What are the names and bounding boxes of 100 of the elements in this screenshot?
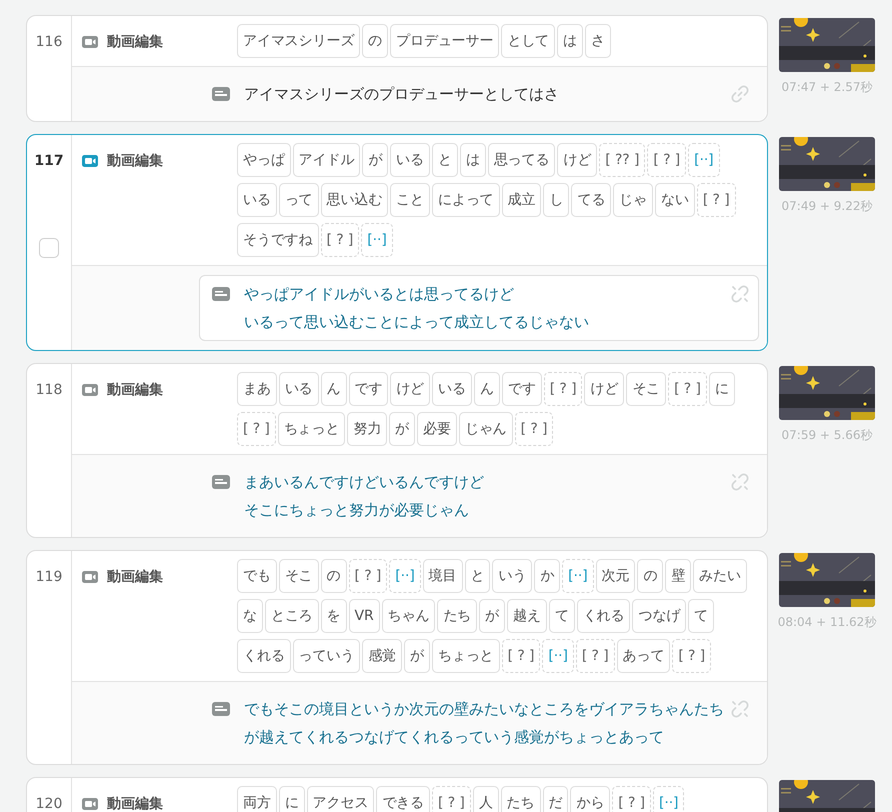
word-token[interactable]: 成立 [502, 183, 542, 217]
word-token[interactable]: と [464, 559, 490, 593]
word-token[interactable]: いる [278, 372, 319, 406]
word-token[interactable]: 人 [472, 786, 499, 812]
broken-link-icon[interactable] [730, 472, 750, 492]
word-token[interactable]: 越え [507, 599, 547, 633]
word-token[interactable]: ちょっと [432, 639, 500, 673]
word-token[interactable]: こと [390, 183, 430, 217]
word-token[interactable]: VR [348, 599, 380, 633]
word-token[interactable]: ん [320, 372, 347, 406]
word-token[interactable]: [ ? ] [576, 639, 615, 673]
word-token[interactable]: 両方 [237, 786, 277, 812]
word-token[interactable]: の [637, 559, 664, 593]
clip-card[interactable]: 117 動画編集 やっぱ アイドル が いる と は 思ってる けど [ ?? ] [ ? ] [··] いる って 思い込む こと によって 成立 し てる じゃ ない [ ? ] そうですね [ ? ] [··] やっぱアイドルがいるとは思ってるけど いるって思い込むことによって成立してるじゃない [26, 134, 768, 351]
word-token[interactable]: と [432, 143, 458, 177]
word-token[interactable]: 壁 [665, 559, 692, 593]
word-token[interactable]: 思い込む [320, 183, 388, 217]
word-token[interactable]: プロデューサー [390, 24, 500, 58]
word-token[interactable]: [ ? ] [668, 372, 707, 406]
word-token[interactable]: そこ [278, 559, 319, 593]
word-token[interactable]: けど [584, 372, 624, 406]
word-token[interactable]: [ ? ] [672, 639, 712, 673]
word-token[interactable]: ない [655, 183, 695, 217]
word-token[interactable]: [ ? ] [348, 559, 388, 593]
word-token[interactable]: じゃ [613, 183, 653, 217]
word-token[interactable]: が [362, 143, 388, 177]
word-token[interactable]: な [237, 599, 263, 633]
checkbox[interactable] [39, 238, 59, 258]
word-token[interactable]: アクセス [306, 786, 374, 812]
word-token[interactable]: によって [432, 183, 500, 217]
word-token[interactable]: できる [376, 786, 430, 812]
word-token[interactable]: つなげ [632, 599, 686, 633]
word-token[interactable]: が [404, 639, 430, 673]
word-token[interactable]: っていう [292, 639, 360, 673]
word-token[interactable]: そこ [626, 372, 666, 406]
word-token[interactable]: [ ? ] [237, 412, 276, 446]
word-token[interactable]: じゃん [458, 412, 513, 446]
word-token[interactable]: し [543, 183, 570, 217]
word-token[interactable]: 努力 [347, 412, 388, 446]
word-token[interactable]: に [278, 786, 305, 812]
word-token[interactable]: [ ? ] [544, 372, 582, 406]
word-token[interactable]: です [502, 372, 542, 406]
word-token[interactable]: まあ [237, 372, 277, 406]
word-token[interactable]: [ ? ] [612, 786, 651, 812]
word-token[interactable]: てる [571, 183, 612, 217]
word-token[interactable]: [ ? ] [432, 786, 471, 812]
word-token[interactable]: くれる [237, 639, 291, 673]
word-token[interactable]: いう [492, 559, 532, 593]
word-token[interactable]: ところ [264, 599, 319, 633]
word-token[interactable]: くれる [576, 599, 630, 633]
word-token[interactable]: さ [585, 24, 611, 58]
word-token[interactable]: [ ? ] [696, 183, 736, 217]
word-token[interactable]: の [320, 559, 347, 593]
clip-card[interactable]: 116 動画編集 アイマスシリーズ の プロデューサー として は さ アイマスシリーズのプロデューサーとしてはさ [26, 15, 768, 122]
broken-link-icon[interactable] [730, 284, 750, 304]
word-token[interactable]: けど [557, 143, 598, 177]
word-token[interactable]: て [688, 599, 714, 633]
word-token[interactable]: から [570, 786, 610, 812]
word-token[interactable]: アイマスシリーズ [237, 24, 360, 58]
clip-card[interactable]: 118 動画編集 まあ いる ん です けど いる ん です [ ? ] けど そこ [ ? ] に [ ? ] ちょっと 努力 が 必要 じゃん [ ? ] まあいるんですけどいるんですけど そこにちょっと努力が必要じゃん [26, 363, 768, 538]
word-token[interactable]: たち [437, 599, 478, 633]
word-token[interactable]: アイドル [292, 143, 360, 177]
word-token[interactable]: やっぱ [237, 143, 291, 177]
word-token[interactable]: そうですね [237, 223, 319, 257]
word-token[interactable]: [ ? ] [647, 143, 686, 177]
link-icon[interactable] [730, 84, 750, 104]
word-token[interactable]: たち [500, 786, 541, 812]
word-token[interactable]: が [389, 412, 416, 446]
word-token[interactable]: を [320, 599, 347, 633]
word-token[interactable]: 感覚 [362, 639, 402, 673]
word-token[interactable]: ん [474, 372, 500, 406]
word-token[interactable]: て [548, 599, 575, 633]
word-token[interactable]: です [348, 372, 388, 406]
word-token[interactable]: ちゃん [382, 599, 436, 633]
word-token[interactable]: 次元 [596, 559, 636, 593]
word-token[interactable]: いる [390, 143, 430, 177]
word-token[interactable]: か [534, 559, 560, 593]
word-token[interactable]: いる [237, 183, 277, 217]
word-token[interactable]: だ [542, 786, 568, 812]
broken-link-icon[interactable] [730, 699, 750, 719]
word-token[interactable]: でも [237, 559, 277, 593]
clip-card[interactable]: 119 動画編集 でも そこ の [ ? ] [··] 境目 と いう か [··] 次元 の 壁 みたい な ところ を VR ちゃん たち が 越え て くれる つなげ て くれる っていう 感覚 が ちょっと [ ? ] [··] [ ? ] あって [ ? ] でもそこの境目というか次元の壁みたいなところをヴイアラちゃんたち が越えてくれるつなげてくれるっていう感覚がちょっとあって [26, 550, 768, 765]
word-token[interactable]: として [501, 24, 556, 58]
word-token[interactable]: あって [616, 639, 670, 673]
word-token[interactable]: いる [432, 372, 472, 406]
word-token[interactable]: に [708, 372, 735, 406]
word-token[interactable]: 境目 [422, 559, 463, 593]
word-token[interactable]: [ ? ] [502, 639, 540, 673]
word-token[interactable]: 思ってる [488, 143, 556, 177]
word-token[interactable]: は [460, 143, 486, 177]
word-token[interactable]: ちょっと [278, 412, 346, 446]
subtitle-box[interactable]: やっぱアイドルがいるとは思ってるけど いるって思い込むことによって成立してるじゃない [199, 275, 759, 341]
word-token[interactable]: が [479, 599, 506, 633]
word-token[interactable]: [ ? ] [320, 223, 360, 257]
word-token[interactable]: みたい [693, 559, 747, 593]
word-token[interactable]: [ ? ] [514, 412, 554, 446]
word-token[interactable]: って [278, 183, 319, 217]
word-token[interactable]: の [362, 24, 388, 58]
clip-card[interactable]: 120 動画編集 両方 に アクセス できる [ ? ] 人 たち だ から [ ? ] [··] [26, 777, 768, 812]
word-token[interactable]: は [557, 24, 584, 58]
